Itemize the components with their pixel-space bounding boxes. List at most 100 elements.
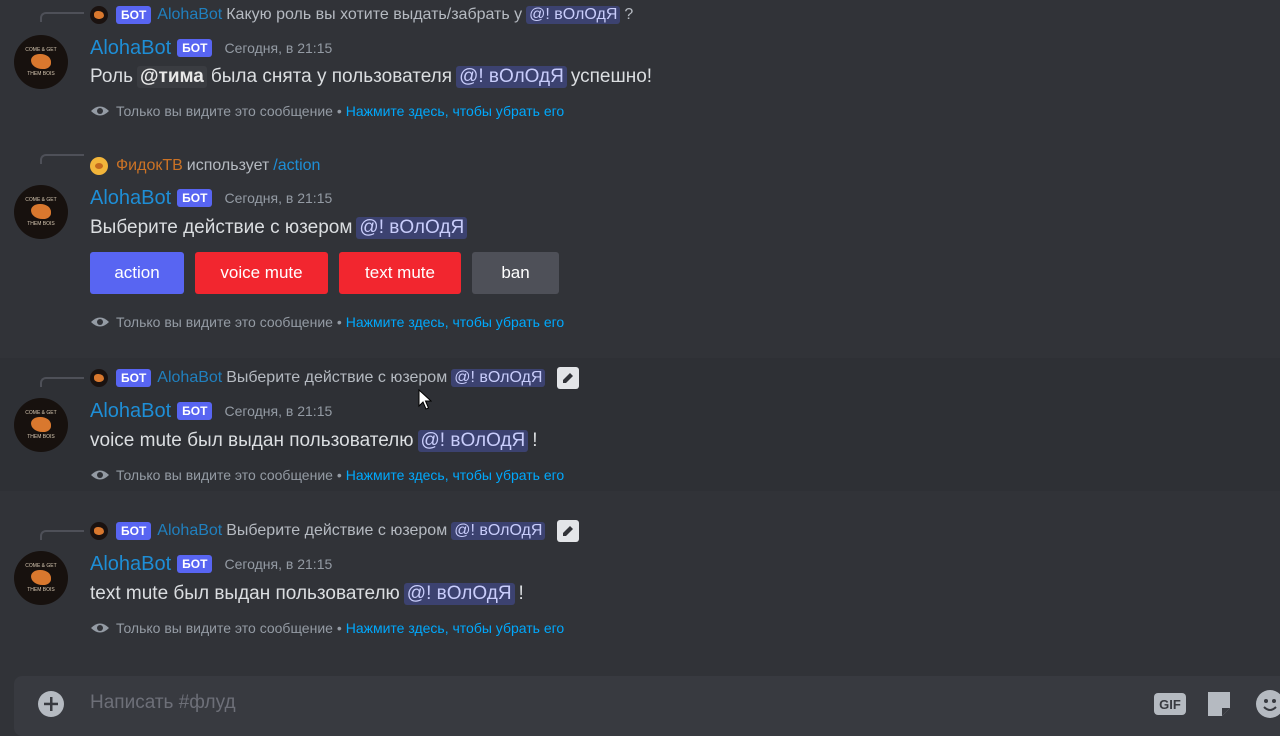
content-text: voice mute был выдан пользователю [90, 430, 414, 451]
role-mention[interactable]: @тима [136, 66, 207, 88]
eye-icon [91, 470, 109, 480]
reply-author[interactable]: AlohaBot [157, 6, 222, 24]
avatar-text-top: COME & GET [25, 47, 57, 53]
avatar[interactable]: COME & GET THEM BOIS [14, 551, 68, 605]
message-header: AlohaBot БОТ Сегодня, в 21:15 [90, 551, 332, 577]
content-text: ! [518, 583, 524, 604]
bird-icon [31, 417, 51, 432]
eye-icon [91, 106, 109, 116]
message-header: AlohaBot БОТ Сегодня, в 21:15 [90, 35, 332, 61]
bot-badge: БОТ [177, 555, 213, 573]
content-text: была снята у пользователя [210, 66, 453, 87]
ephemeral-notice: Только вы видите это сообщение • Нажмите… [90, 464, 564, 486]
avatar[interactable]: COME & GET THEM BOIS [14, 185, 68, 239]
message-input[interactable]: Написать #флуд [90, 692, 236, 714]
reply-avatar [90, 369, 108, 387]
avatar-text-top: COME & GET [25, 197, 57, 203]
reply-spine [40, 377, 84, 387]
text-mute-button[interactable]: text mute [339, 252, 461, 294]
avatar-text-top: COME & GET [25, 410, 57, 416]
content-text: ! [532, 430, 538, 451]
dismiss-link[interactable]: Нажмите здесь, чтобы убрать его [346, 467, 565, 483]
author-name[interactable]: AlohaBot [90, 553, 171, 576]
content-text: Выберите действие с юзером [90, 217, 353, 238]
reply-text: Выберите действие с юзером [226, 522, 448, 539]
thinking-emoji-icon [90, 157, 108, 175]
message-header: AlohaBot БОТ Сегодня, в 21:15 [90, 185, 332, 211]
eye-icon [91, 623, 109, 633]
bot-badge: БОТ [116, 369, 152, 387]
reply-mention[interactable]: @! вОлОдЯ [451, 369, 546, 387]
reply-author[interactable]: AlohaBot [157, 522, 222, 540]
bot-badge: БОТ [116, 6, 152, 24]
message-reply[interactable]: БОТ AlohaBot Какую роль вы хотите выдать… [90, 3, 633, 27]
avatar[interactable]: COME & GET THEM BOIS [14, 398, 68, 452]
message-reply[interactable]: БОТ AlohaBot Выберите действие с юзером … [90, 366, 580, 390]
action-button[interactable]: action [90, 252, 184, 294]
timestamp: Сегодня, в 21:15 [224, 403, 333, 419]
reply-avatar [90, 6, 108, 24]
ban-button[interactable]: ban [472, 252, 559, 294]
mouse-cursor-icon [418, 389, 432, 410]
bird-icon [31, 54, 51, 69]
message-header: AlohaBot БОТ Сегодня, в 21:15 [90, 398, 332, 424]
author-name[interactable]: AlohaBot [90, 37, 171, 60]
bird-icon [31, 570, 51, 585]
edit-icon[interactable] [557, 367, 580, 389]
reply-text: Выберите действие с юзером [226, 369, 448, 386]
message-composer: Написать #флуд GIF [14, 676, 1280, 736]
avatar-text-bottom: THEM BOIS [27, 221, 55, 227]
ephemeral-text: Только вы видите это сообщение • [116, 620, 342, 636]
user-mention[interactable]: @! вОлОдЯ [356, 217, 468, 239]
sticker-icon[interactable] [1206, 690, 1232, 718]
message-reply[interactable]: БОТ AlohaBot Выберите действие с юзером … [90, 519, 580, 543]
reply-author[interactable]: ФидокТВ [116, 157, 183, 175]
user-mention[interactable]: @! вОлОдЯ [403, 583, 515, 605]
message-2: ФидокТВ использует /action COME & GET TH… [0, 135, 1280, 345]
reply-author[interactable]: AlohaBot [157, 369, 222, 387]
message-content: Выберите действие с юзером @! вОлОдЯ [90, 214, 471, 242]
content-text: успешно! [570, 66, 653, 87]
voice-mute-button[interactable]: voice mute [195, 252, 328, 294]
bot-badge: БОТ [177, 39, 213, 57]
reply-text: Какую роль вы хотите выдать/забрать у [226, 6, 523, 23]
reply-spine [40, 530, 84, 540]
message-reply[interactable]: ФидокТВ использует /action [90, 154, 320, 178]
dismiss-link[interactable]: Нажмите здесь, чтобы убрать его [346, 314, 565, 330]
timestamp: Сегодня, в 21:15 [224, 190, 333, 206]
author-name[interactable]: AlohaBot [90, 400, 171, 423]
plus-icon[interactable] [38, 691, 64, 717]
user-mention[interactable]: @! вОлОдЯ [417, 430, 529, 452]
ephemeral-text: Только вы видите это сообщение • [116, 314, 342, 330]
avatar-text-top: COME & GET [25, 563, 57, 569]
bird-icon [31, 204, 51, 219]
message-4: БОТ AlohaBot Выберите действие с юзером … [0, 511, 1280, 644]
emoji-icon[interactable] [1256, 690, 1280, 718]
avatar-text-bottom: THEM BOIS [27, 71, 55, 77]
action-buttons: action voice mute text mute ban [90, 252, 559, 294]
gif-button[interactable]: GIF [1154, 693, 1186, 715]
message-content: voice mute был выдан пользователю @! вОл… [90, 427, 538, 455]
avatar-text-bottom: THEM BOIS [27, 434, 55, 440]
ephemeral-notice: Только вы видите это сообщение • Нажмите… [90, 311, 564, 333]
ephemeral-notice: Только вы видите это сообщение • Нажмите… [90, 617, 564, 639]
reply-mention[interactable]: @! вОлОдЯ [451, 522, 546, 540]
eye-icon [91, 317, 109, 327]
message-1: БОТ AlohaBot Какую роль вы хотите выдать… [0, 0, 1280, 135]
avatar[interactable]: COME & GET THEM BOIS [14, 35, 68, 89]
reply-mention[interactable]: @! вОлОдЯ [526, 6, 621, 24]
reply-suffix: ? [624, 6, 634, 23]
author-name[interactable]: AlohaBot [90, 187, 171, 210]
ephemeral-text: Только вы видите это сообщение • [116, 103, 342, 119]
timestamp: Сегодня, в 21:15 [224, 40, 333, 56]
reply-spine [40, 12, 84, 22]
reply-avatar [90, 522, 108, 540]
dismiss-link[interactable]: Нажмите здесь, чтобы убрать его [346, 620, 565, 636]
ephemeral-text: Только вы видите это сообщение • [116, 467, 342, 483]
avatar-text-bottom: THEM BOIS [27, 587, 55, 593]
slash-command[interactable]: /action [273, 157, 320, 175]
content-text: text mute был выдан пользователю [90, 583, 400, 604]
dismiss-link[interactable]: Нажмите здесь, чтобы убрать его [346, 103, 565, 119]
edit-icon[interactable] [557, 520, 580, 542]
user-mention[interactable]: @! вОлОдЯ [456, 66, 567, 88]
